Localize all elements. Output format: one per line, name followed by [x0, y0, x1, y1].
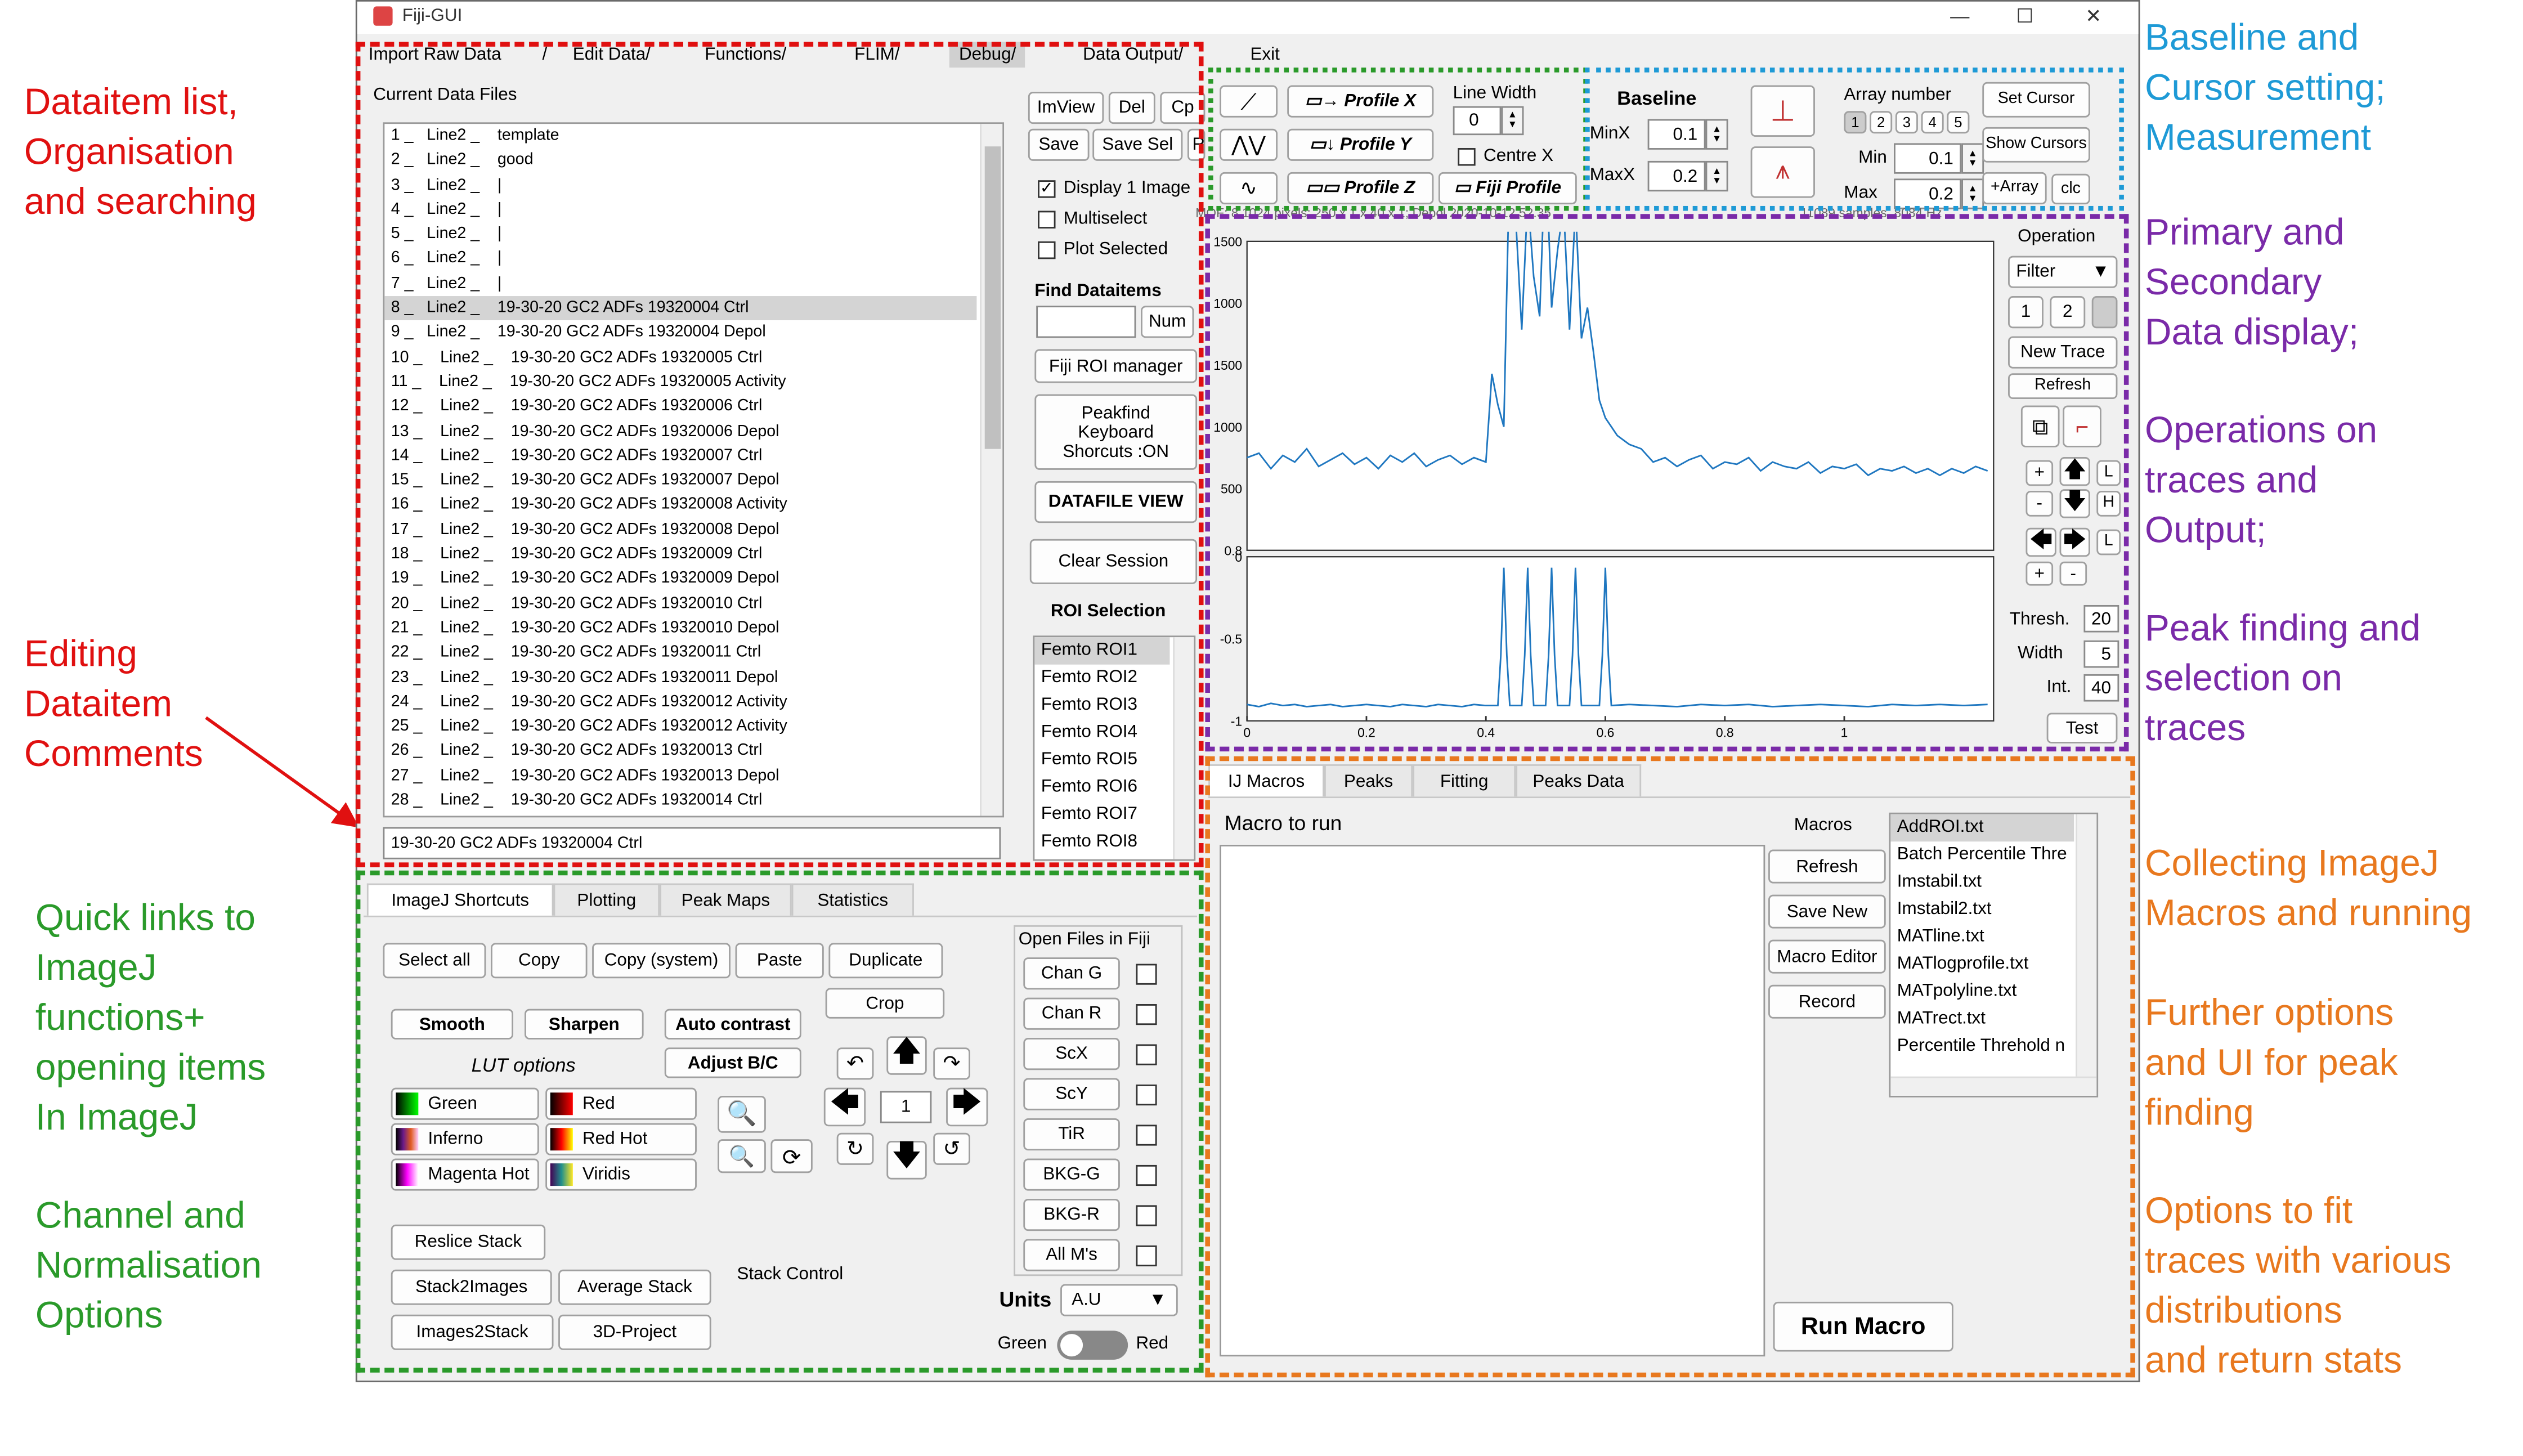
region-profile [1208, 68, 1588, 211]
minimize-icon[interactable]: — [1950, 5, 1969, 28]
menu-exit[interactable]: Exit [1250, 45, 1279, 64]
annotation-peakfinding: Peak finding and selection on traces [2145, 606, 2421, 749]
region-imagej-shortcuts [355, 870, 1204, 1373]
maximize-icon[interactable]: ☐ [2016, 5, 2033, 28]
annotation-quicklinks: Quick links to ImageJ functions+ opening… [35, 896, 266, 1138]
annotation-editing: Editing Dataitem Comments [24, 632, 203, 774]
region-macros [1205, 756, 2135, 1378]
annotation-fitting: Options to fit traces with various distr… [2145, 1189, 2452, 1381]
figure: Dataitem list, Organisation and searchin… [0, 0, 2523, 1456]
annotation-datalist: Dataitem list, Organisation and searchin… [24, 80, 257, 222]
annotation-operations: Operations on traces and Output; [2145, 409, 2378, 550]
close-icon[interactable]: ✕ [2085, 5, 2101, 28]
annotation-baseline: Baseline and Cursor setting; Measurement [2145, 16, 2386, 158]
annotation-macros: Collecting ImageJ Macros and running [2145, 841, 2472, 934]
region-display [1205, 214, 2129, 752]
annotation-further: Further options and UI for peak finding [2145, 991, 2398, 1133]
region-baseline [1585, 68, 2124, 211]
annotation-arrow [205, 716, 360, 828]
annotation-display: Primary and Secondary Data display; [2145, 210, 2359, 353]
annotation-channel: Channel and Normalisation Options [35, 1194, 262, 1336]
title-bar: Fiji-GUI — ☐ ✕ [357, 1, 2139, 34]
region-datalist [355, 42, 1204, 868]
window-title: Fiji-GUI [402, 6, 463, 26]
app-logo-icon [373, 6, 393, 26]
